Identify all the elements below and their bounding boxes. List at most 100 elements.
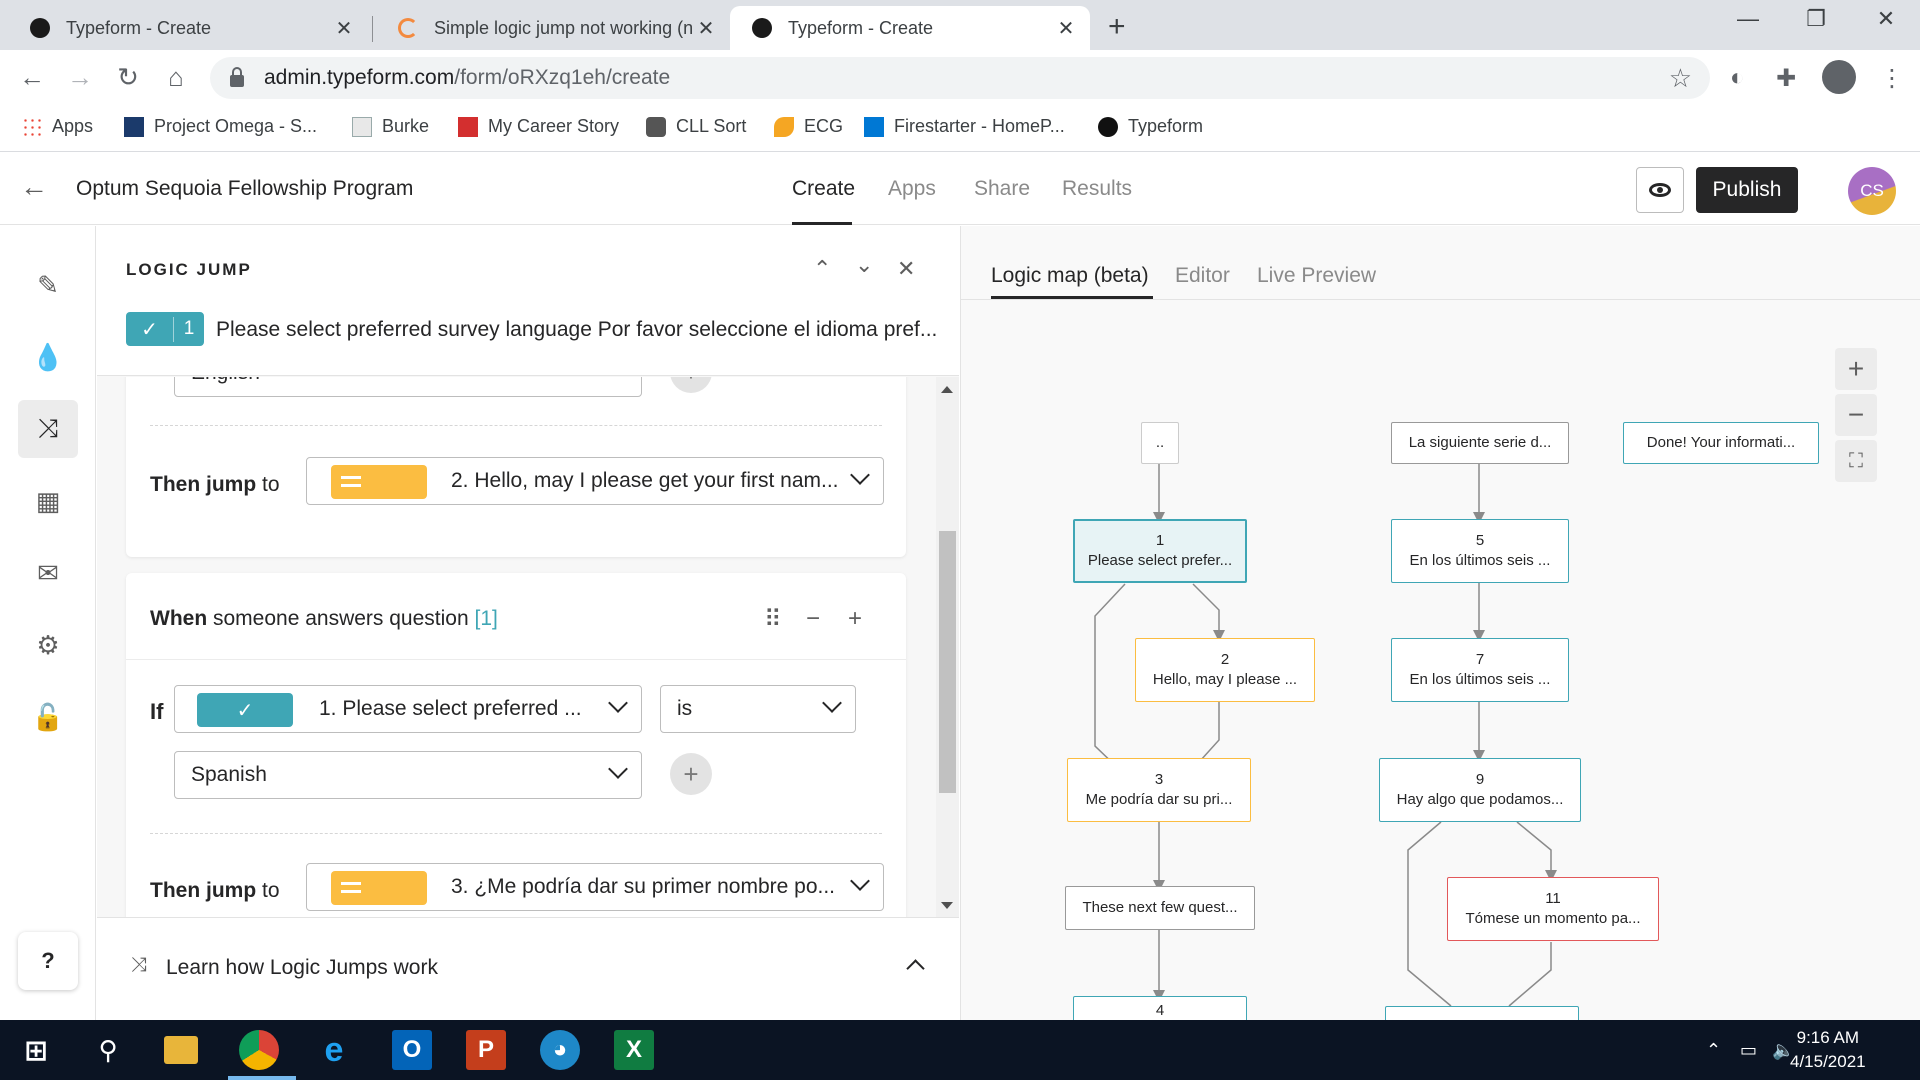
browser-tab-1[interactable]: Typeform - Create ✕ (8, 6, 368, 50)
design-drop-icon[interactable]: 💧 (18, 328, 78, 386)
bookmark-cll-sort[interactable]: CLL Sort (646, 116, 746, 137)
url-path: /form/oRXzq1eh/create (454, 66, 671, 89)
remote-app-icon[interactable]: ◕ (540, 1030, 580, 1070)
bookmark-apps[interactable]: Apps (22, 116, 93, 137)
jump-target-select[interactable]: 2. Hello, may I please get your first na… (306, 457, 884, 505)
scrollbar-thumb[interactable] (939, 531, 956, 793)
calculator-icon[interactable]: ▦ (18, 472, 78, 530)
jump-target-select[interactable]: 3. ¿Me podría dar su primer nombre po... (306, 863, 884, 911)
logic-branch-icon[interactable]: ⤨ (18, 400, 78, 458)
outlook-icon[interactable]: O (392, 1030, 432, 1070)
tab-title: Typeform - Create (788, 17, 934, 38)
search-icon[interactable]: ⚲ (88, 1030, 128, 1070)
tab-close-icon[interactable]: ✕ (1052, 16, 1080, 41)
left-tool-rail: ✎ 💧 ⤨ ▦ ✉ ⚙ 🔓 (0, 226, 96, 1020)
extensions-puzzle-icon[interactable]: ✚ (1776, 64, 1796, 93)
user-avatar[interactable]: CS (1848, 167, 1896, 215)
reload-icon[interactable]: ↻ (110, 62, 146, 93)
file-explorer-icon[interactable] (164, 1036, 198, 1064)
scroll-down-arrow-icon[interactable] (941, 902, 953, 909)
browser-tab-2[interactable]: Simple logic jump not working (n ✕ (376, 6, 730, 50)
bookmark-burke[interactable]: Burke (352, 116, 429, 137)
bookmark-ecg[interactable]: ECG (774, 116, 843, 137)
bookmark-star-icon[interactable]: ☆ (1669, 63, 1692, 94)
powerpoint-icon[interactable]: P (466, 1030, 506, 1070)
edit-content-icon[interactable]: ✎ (18, 256, 78, 314)
chrome-icon[interactable] (239, 1030, 279, 1070)
address-bar[interactable]: admin.typeform.com/form/oRXzq1eh/create … (210, 57, 1710, 99)
previous-question-icon[interactable]: ⌃ (813, 256, 831, 282)
scroll-up-arrow-icon[interactable] (941, 386, 953, 393)
answer-select[interactable]: Spanish (174, 751, 642, 799)
back-arrow-icon[interactable]: ← (14, 62, 50, 93)
map-node-q11[interactable]: 11 Tómese un momento pa... (1447, 877, 1659, 941)
preview-button[interactable] (1636, 167, 1684, 213)
typeform-favicon-icon (30, 18, 50, 38)
tab-close-icon[interactable]: ✕ (330, 16, 358, 41)
new-tab-icon[interactable]: + (1108, 10, 1126, 44)
condition-question-select[interactable]: ✓ 1. Please select preferred ... (174, 685, 642, 733)
add-condition-button[interactable]: + (670, 377, 712, 393)
minimize-window-icon[interactable]: — (1728, 6, 1768, 32)
map-node-statement[interactable]: These next few quest... (1065, 886, 1255, 930)
home-icon[interactable]: ⌂ (158, 62, 194, 93)
next-question-icon[interactable]: ⌄ (855, 252, 873, 278)
divider (150, 833, 882, 834)
back-arrow-icon[interactable]: ← (20, 171, 48, 203)
chevron-up-icon[interactable] (906, 959, 925, 978)
tab-close-icon[interactable]: ✕ (692, 16, 720, 41)
bookmark-career-story[interactable]: My Career Story (458, 116, 619, 137)
restore-window-icon[interactable]: ❐ (1796, 6, 1836, 32)
map-node-q3[interactable]: 3 Me podría dar su pri... (1067, 758, 1251, 822)
nav-apps[interactable]: Apps (888, 177, 936, 201)
windows-start-icon[interactable]: ⊞ (16, 1030, 56, 1070)
access-lock-icon[interactable]: 🔓 (18, 688, 78, 746)
page-icon (352, 116, 372, 137)
notifications-mail-icon[interactable]: ✉ (18, 544, 78, 602)
map-node-q5[interactable]: 5 En los últimos seis ... (1391, 519, 1569, 583)
publish-button[interactable]: Publish (1696, 167, 1798, 213)
internet-explorer-icon[interactable]: e (314, 1030, 354, 1070)
tray-chevron-icon[interactable]: ⌃ (1706, 1040, 1721, 1061)
remove-rule-icon[interactable]: − (806, 605, 820, 633)
excel-icon[interactable]: X (614, 1030, 654, 1070)
map-node-welcome[interactable]: .. (1141, 422, 1179, 464)
add-condition-button[interactable]: + (670, 753, 712, 795)
chrome-menu-icon[interactable]: ⋮ (1880, 64, 1904, 93)
bookmark-firestarter[interactable]: Firestarter - HomeP... (864, 116, 1065, 137)
add-rule-icon[interactable]: + (848, 605, 862, 633)
close-window-icon[interactable]: ✕ (1866, 6, 1906, 32)
browser-tab-3-active[interactable]: Typeform - Create ✕ (730, 6, 1090, 50)
extension-circle-icon[interactable]: ◐ (1730, 64, 1745, 92)
answer-value: Spanish (191, 763, 267, 786)
drag-handle-icon[interactable]: ⠿ (764, 605, 782, 634)
url-host: admin.typeform.com (264, 66, 455, 89)
operator-select[interactable]: is (660, 685, 856, 733)
map-node-q1[interactable]: 1 Please select prefer... (1073, 519, 1247, 583)
map-node-q9[interactable]: 9 Hay algo que podamos... (1379, 758, 1581, 822)
close-panel-icon[interactable]: ✕ (897, 256, 915, 282)
chrome-profile-icon[interactable] (1822, 60, 1856, 94)
map-node-thank-you[interactable]: Done! Your informati... (1623, 422, 1819, 464)
learn-logic-jumps-bar[interactable]: ⤨ Learn how Logic Jumps work (97, 917, 959, 1020)
learn-logic-jumps-link[interactable]: Learn how Logic Jumps work (166, 956, 438, 980)
battery-icon[interactable]: ▭ (1740, 1040, 1757, 1061)
logic-rules-scroll-area[interactable]: English + Then jump to 2. Hello, may I p… (97, 377, 959, 917)
answer-select[interactable]: English (174, 377, 642, 397)
bookmark-typeform[interactable]: Typeform (1098, 116, 1203, 137)
bookmark-project-omega[interactable]: Project Omega - S... (124, 116, 317, 137)
then-jump-bold: Then jump (150, 879, 257, 902)
map-node-q2[interactable]: 2 Hello, may I please ... (1135, 638, 1315, 702)
node-text: Hello, may I please ... (1152, 671, 1298, 688)
nav-create[interactable]: Create (792, 177, 855, 201)
map-node-q7[interactable]: 7 En los últimos seis ... (1391, 638, 1569, 702)
taskbar-clock[interactable]: 9:16 AM 4/15/2021 (1790, 1026, 1866, 1074)
map-node-statement-2[interactable]: La siguiente serie d... (1391, 422, 1569, 464)
bookmark-label: Apps (52, 116, 94, 136)
settings-gear-icon[interactable]: ⚙ (18, 616, 78, 674)
forward-arrow-icon[interactable]: → (62, 62, 98, 93)
bookmark-label: Typeform (1128, 116, 1204, 136)
nav-results[interactable]: Results (1062, 177, 1132, 201)
help-button[interactable]: ? (18, 932, 78, 990)
nav-share[interactable]: Share (974, 177, 1030, 201)
